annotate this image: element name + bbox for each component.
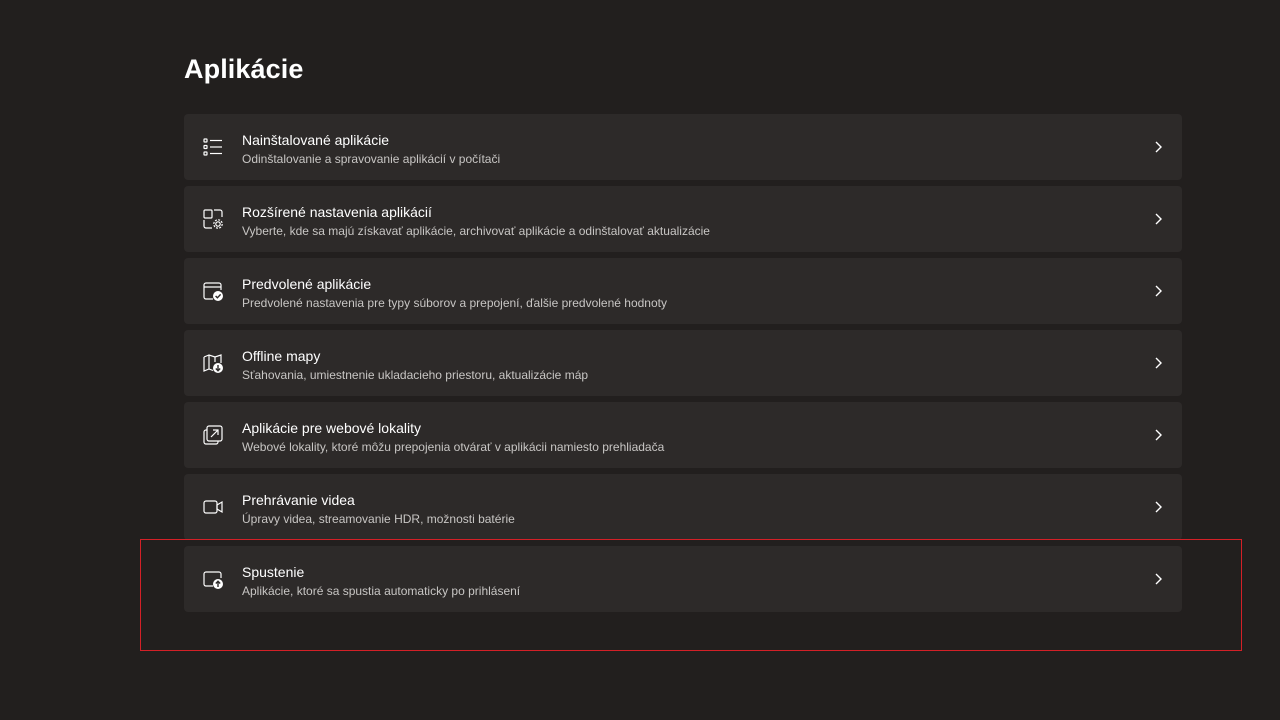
settings-item-video-playback[interactable]: Prehrávanie videa Úpravy videa, streamov… (184, 474, 1182, 540)
chevron-right-icon (1152, 356, 1164, 370)
item-description: Webové lokality, ktoré môžu prepojenia o… (242, 440, 665, 454)
apps-for-websites-icon (202, 424, 224, 446)
chevron-right-icon (1152, 500, 1164, 514)
chevron-right-icon (1152, 140, 1164, 154)
item-title: Nainštalované aplikácie (242, 132, 390, 148)
item-description: Aplikácie, ktoré sa spustia automaticky … (242, 584, 521, 598)
settings-item-advanced-app-settings[interactable]: Rozšírené nastavenia aplikácií Vyberte, … (184, 186, 1182, 252)
item-description: Úpravy videa, streamovanie HDR, možnosti… (242, 512, 515, 526)
settings-list: Nainštalované aplikácie Odinštalovanie a… (184, 114, 1182, 618)
item-title: Spustenie (242, 564, 305, 580)
item-title: Rozšírené nastavenia aplikácií (242, 204, 432, 220)
chevron-right-icon (1152, 212, 1164, 226)
advanced-app-settings-icon (202, 208, 224, 230)
item-title: Aplikácie pre webové lokality (242, 420, 421, 436)
item-description: Vyberte, kde sa majú získavať aplikácie,… (242, 224, 710, 238)
video-camera-icon (202, 496, 224, 518)
chevron-right-icon (1152, 572, 1164, 586)
settings-item-offline-maps[interactable]: Offline mapy Sťahovania, umiestnenie ukl… (184, 330, 1182, 396)
startup-icon (202, 568, 224, 590)
item-title: Offline mapy (242, 348, 321, 364)
page-title: Aplikácie (184, 54, 304, 84)
settings-item-default-apps[interactable]: Predvolené aplikácie Predvolené nastaven… (184, 258, 1182, 324)
settings-item-installed-apps[interactable]: Nainštalované aplikácie Odinštalovanie a… (184, 114, 1182, 180)
item-description: Odinštalovanie a spravovanie aplikácií v… (242, 152, 501, 166)
chevron-right-icon (1152, 284, 1164, 298)
chevron-right-icon (1152, 428, 1164, 442)
default-apps-icon (202, 280, 224, 302)
installed-apps-list-icon (202, 136, 224, 158)
item-title: Prehrávanie videa (242, 492, 355, 508)
settings-item-apps-for-websites[interactable]: Aplikácie pre webové lokality Webové lok… (184, 402, 1182, 468)
item-title: Predvolené aplikácie (242, 276, 372, 292)
item-description: Sťahovania, umiestnenie ukladacieho prie… (242, 368, 589, 382)
offline-map-icon (202, 352, 224, 374)
settings-item-startup[interactable]: Spustenie Aplikácie, ktoré sa spustia au… (184, 546, 1182, 612)
item-description: Predvolené nastavenia pre typy súborov a… (242, 296, 667, 310)
